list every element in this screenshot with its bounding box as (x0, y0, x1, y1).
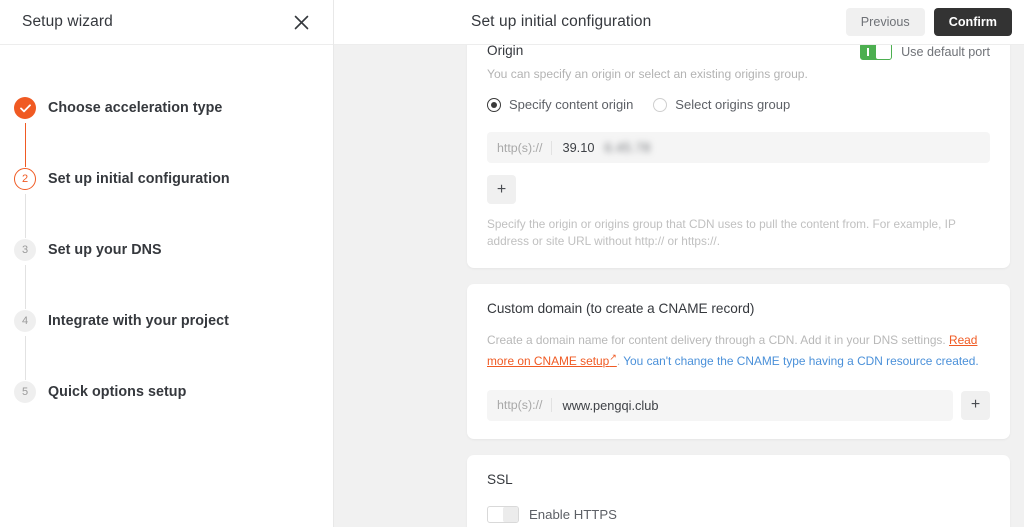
cname-note: You can't change the CNAME type having a… (623, 353, 979, 368)
close-icon[interactable] (288, 9, 314, 35)
step-label: Integrate with your project (48, 313, 229, 329)
step-label: Choose acceleration type (48, 100, 223, 116)
previous-button[interactable]: Previous (845, 8, 925, 36)
custom-domain-input-value: www.pengqi.club (562, 397, 659, 413)
wizard-sidebar: Setup wizard Choose acceleration type 2 … (0, 0, 334, 527)
radio-icon-unchecked[interactable] (653, 97, 668, 112)
origin-mode-radio-group: Specify content origin Select origins gr… (487, 97, 990, 112)
step-number: 5 (14, 381, 36, 403)
step-connector (24, 265, 26, 309)
step-connector (24, 194, 26, 238)
header-actions: Previous Confirm (845, 8, 1012, 36)
external-link-icon: ↗ (609, 352, 617, 362)
step-complete-icon (14, 97, 36, 119)
origin-title: Origin (487, 45, 524, 58)
step-marker-3: 3 (14, 239, 36, 309)
wizard-step-list: Choose acceleration type 2 Set up initia… (0, 45, 334, 455)
sidebar-step-set-up-initial-configuration[interactable]: 2 Set up initial configuration (0, 168, 334, 242)
page-title: Set up initial configuration (471, 13, 652, 30)
main-header: Set up initial configuration Previous Co… (334, 0, 1024, 45)
enable-https-toggle[interactable]: Enable HTTPS (487, 505, 990, 523)
step-number: 3 (14, 239, 36, 261)
radio-select-origins-group[interactable]: Select origins group (653, 97, 790, 112)
radio-icon-checked[interactable] (487, 97, 501, 112)
setup-wizard-window: Setup wizard Choose acceleration type 2 … (0, 0, 1024, 527)
origin-add-row: + (487, 175, 990, 204)
settings-scroll-area[interactable]: Origin You can specify an origin or sele… (334, 45, 1024, 527)
input-protocol-prefix: http(s):// (497, 140, 553, 155)
origin-hint: Specify the origin or origins group that… (487, 217, 956, 248)
origin-card-header: Origin You can specify an origin or sele… (487, 45, 990, 83)
step-marker-5: 5 (14, 381, 36, 403)
use-default-port-toggle[interactable]: Use default port (860, 45, 990, 60)
ssl-card: SSL Enable HTTPS Use SSL certificate (467, 454, 1010, 527)
toggle-switch-on[interactable] (860, 45, 893, 60)
step-connector (24, 123, 26, 167)
step-label: Set up your DNS (48, 242, 162, 258)
toggle-switch-off[interactable] (487, 505, 519, 523)
step-label: Set up initial configuration (48, 171, 230, 187)
step-marker-4: 4 (14, 310, 36, 380)
sidebar-step-quick-options-setup[interactable]: 5 Quick options setup (0, 381, 334, 455)
origin-input-value: 39.10 (562, 140, 595, 155)
ssl-title: SSL (487, 471, 513, 487)
sidebar-step-integrate-with-your-project[interactable]: 4 Integrate with your project (0, 310, 334, 384)
origin-input-value-redacted: 6.45.78 (604, 140, 651, 155)
origin-subtitle: You can specify an origin or select an e… (487, 67, 808, 81)
step-label: Quick options setup (48, 384, 187, 400)
custom-domain-desc-text: Create a domain name for content deliver… (487, 333, 949, 347)
custom-domain-input-row: http(s):// www.pengqi.club + (487, 389, 990, 421)
confirm-button[interactable]: Confirm (933, 8, 1012, 36)
custom-domain-title: Custom domain (to create a CNAME record) (487, 301, 755, 316)
sidebar-step-choose-acceleration-type[interactable]: Choose acceleration type (0, 97, 334, 171)
step-marker-1 (14, 97, 36, 167)
toggle-knob (876, 45, 892, 59)
add-custom-domain-button[interactable]: + (961, 390, 990, 420)
sidebar-header: Setup wizard (0, 0, 334, 45)
step-number: 2 (14, 168, 36, 190)
radio-label: Select origins group (675, 97, 791, 112)
custom-domain-card: Custom domain (to create a CNAME record)… (467, 284, 1010, 439)
custom-domain-description: Create a domain name for content deliver… (487, 332, 990, 370)
sidebar-step-set-up-your-dns[interactable]: 3 Set up your DNS (0, 239, 334, 313)
toggle-bar-icon (867, 47, 869, 56)
step-connector (24, 336, 26, 380)
input-protocol-prefix: http(s):// (497, 398, 553, 413)
enable-https-label: Enable HTTPS (529, 506, 617, 522)
radio-specify-content-origin[interactable]: Specify content origin (487, 97, 633, 112)
origin-card: Origin You can specify an origin or sele… (467, 45, 1010, 268)
step-number: 4 (14, 310, 36, 332)
radio-label: Specify content origin (509, 97, 634, 112)
sidebar-title: Setup wizard (22, 13, 113, 30)
custom-domain-input[interactable]: http(s):// www.pengqi.club (487, 389, 953, 421)
origin-input-row: http(s):// 39.10 6.45.78 (487, 132, 990, 163)
step-marker-2: 2 (14, 168, 36, 238)
use-default-port-label: Use default port (901, 45, 990, 59)
toggle-knob (503, 506, 518, 522)
add-origin-button[interactable]: + (487, 175, 516, 204)
main-panel: Set up initial configuration Previous Co… (334, 0, 1024, 527)
origin-input[interactable]: http(s):// 39.10 6.45.78 (487, 132, 990, 163)
